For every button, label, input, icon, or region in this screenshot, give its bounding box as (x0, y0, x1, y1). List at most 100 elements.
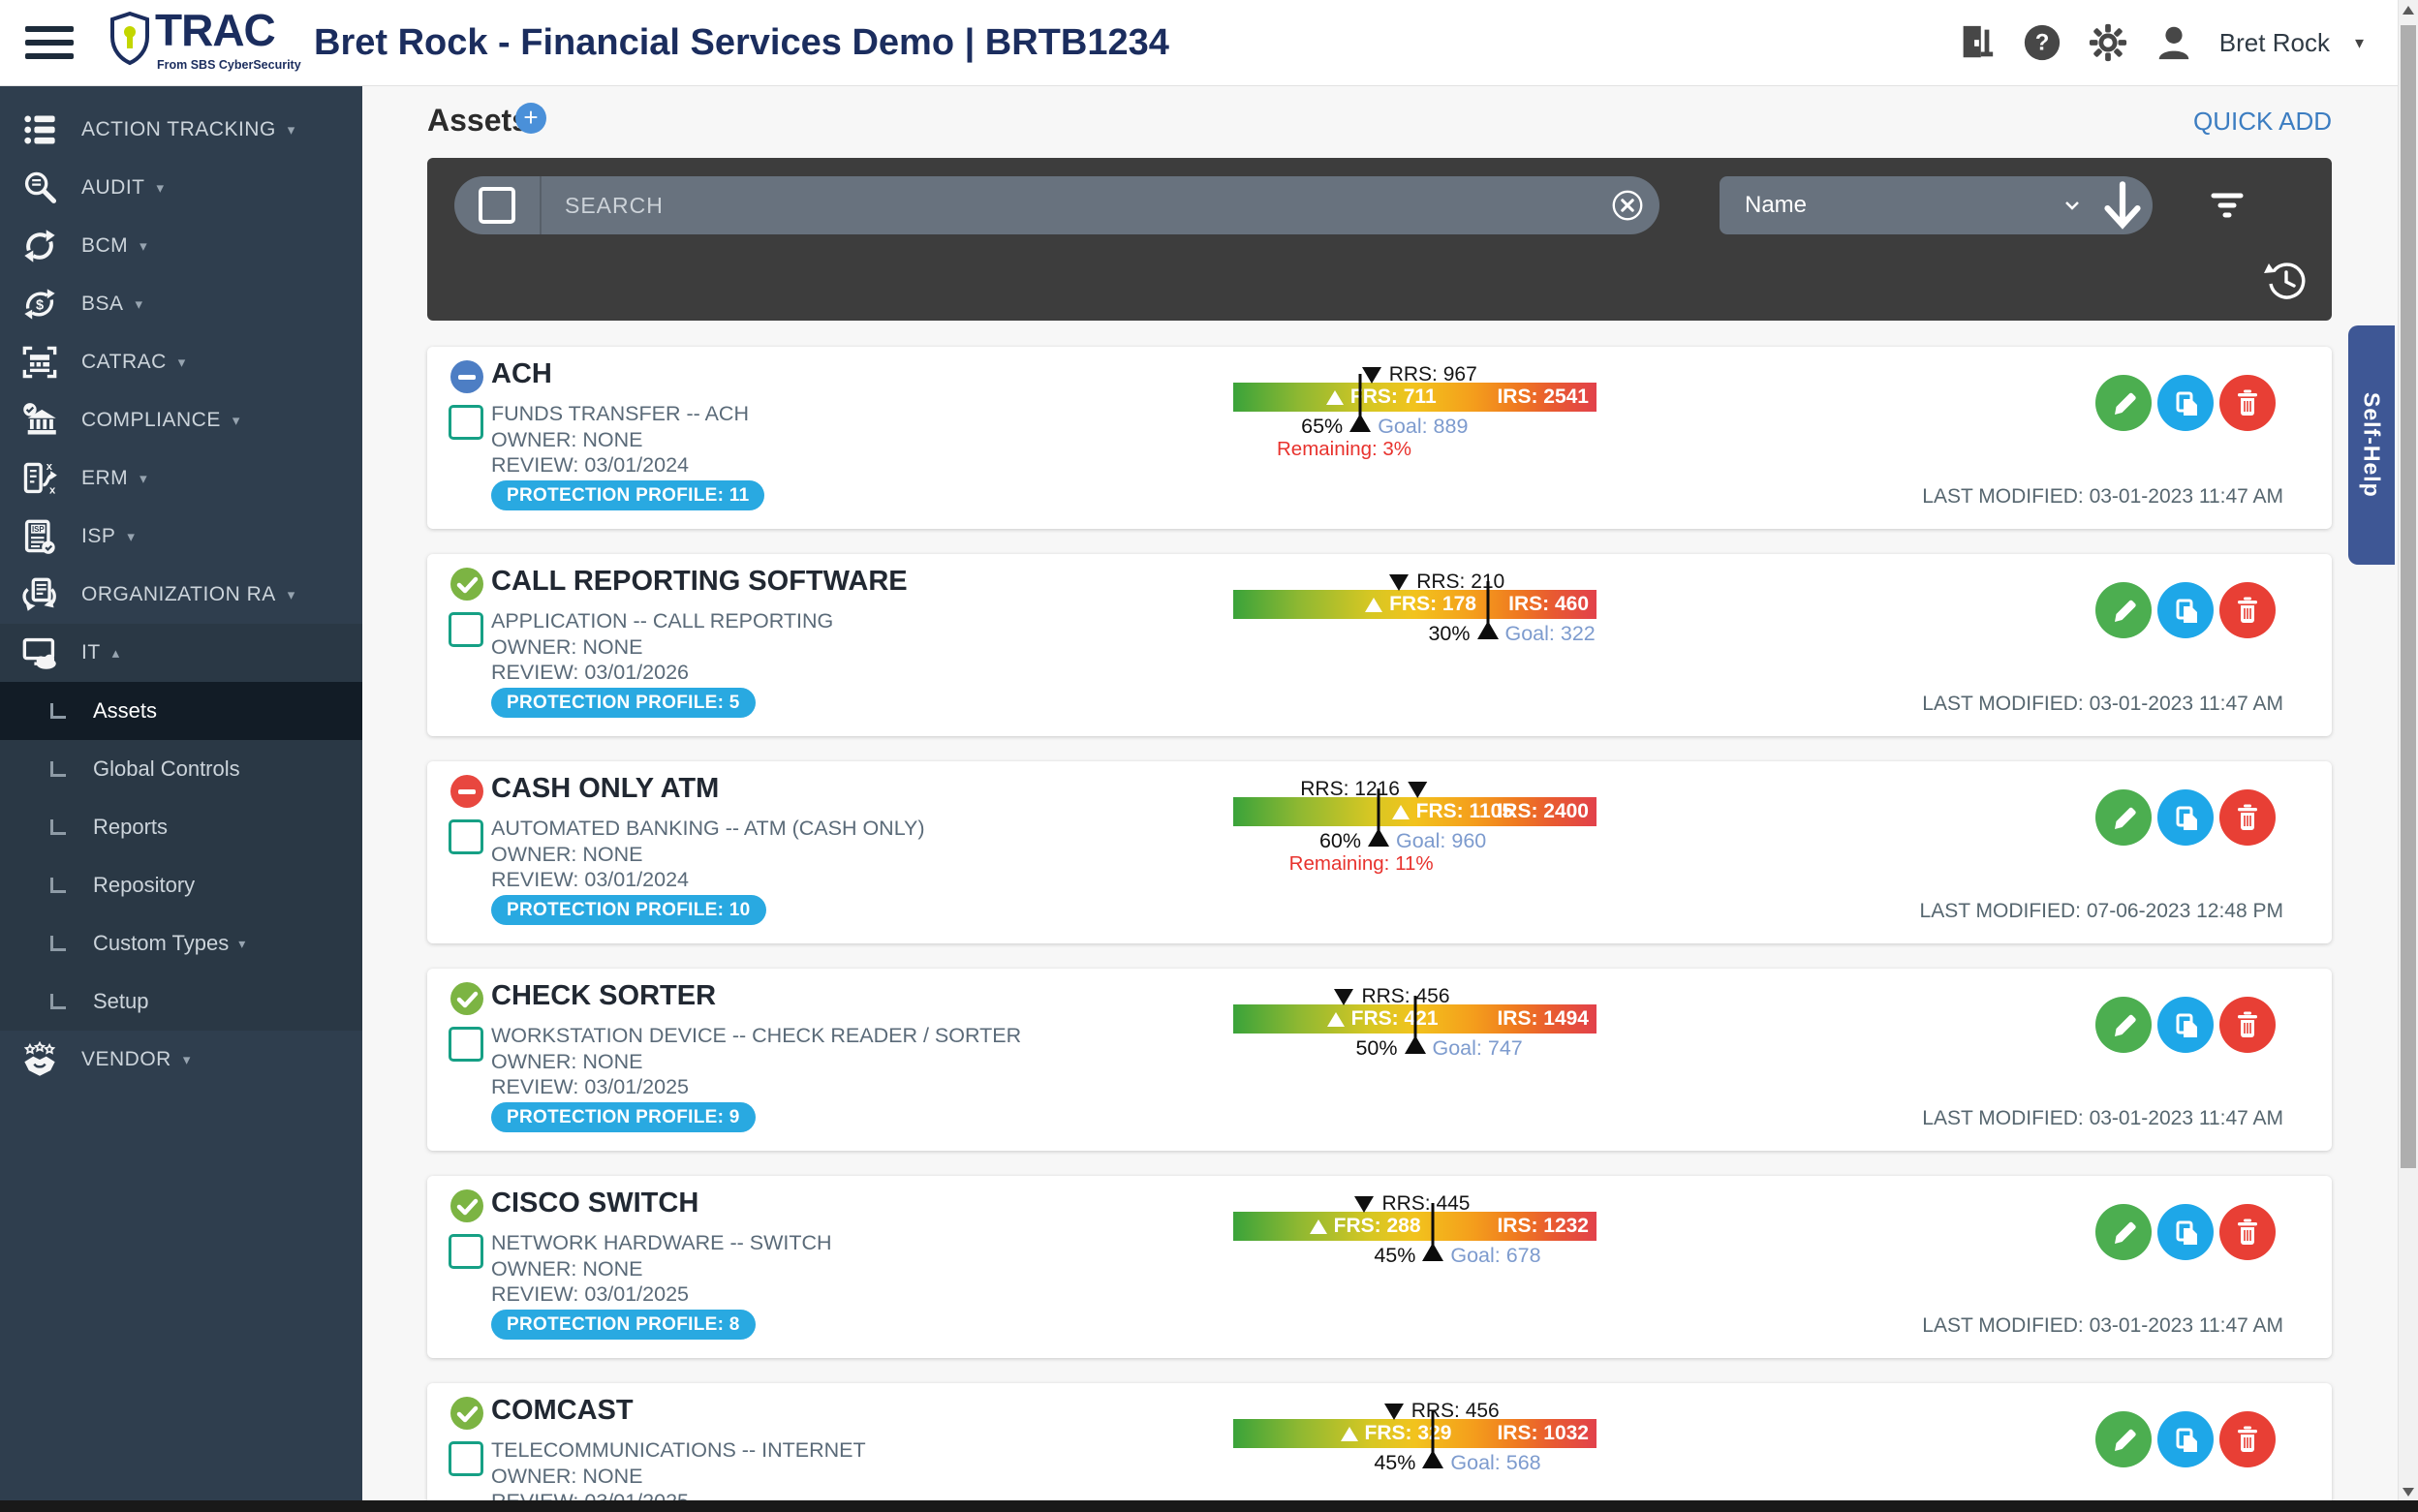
asset-card[interactable]: COMCAST TELECOMMUNICATIONS -- INTERNET O… (427, 1383, 2332, 1512)
asset-owner: OWNER: NONE (491, 428, 643, 451)
sidebar-item-setup[interactable]: Setup (0, 972, 362, 1031)
asset-name[interactable]: CASH ONLY ATM (491, 773, 719, 805)
edit-button[interactable] (2095, 375, 2152, 431)
copy-button[interactable] (2157, 375, 2214, 431)
edit-button[interactable] (2095, 582, 2152, 638)
svg-text:ISP: ISP (32, 525, 45, 534)
copy-button[interactable] (2157, 1204, 2214, 1260)
asset-name[interactable]: CISCO SWITCH (491, 1188, 698, 1219)
asset-card[interactable]: CISCO SWITCH NETWORK HARDWARE -- SWITCH … (427, 1176, 2332, 1358)
delete-button[interactable] (2219, 375, 2276, 431)
risk-score-bar: RRS: 210 FRS: 178 IRS: 460 30% Goal: 322 (1233, 571, 1596, 667)
sidebar-item-audit[interactable]: AUDIT ▾ (0, 159, 362, 217)
asset-select-checkbox[interactable] (449, 1441, 483, 1476)
status-check-green-icon (450, 1189, 483, 1222)
goal-marker-icon (1349, 414, 1372, 432)
triangle-up-icon (1325, 389, 1344, 405)
sidebar-item-isp[interactable]: ISP ISP ▾ (0, 508, 362, 566)
asset-select-checkbox[interactable] (449, 612, 483, 647)
asset-name[interactable]: ACH (491, 358, 552, 390)
sort-dropdown[interactable]: Name (1720, 176, 2153, 234)
edit-button[interactable] (2095, 1204, 2152, 1260)
filter-icon[interactable] (2202, 179, 2252, 230)
sidebar-item-organization-ra[interactable]: ORGANIZATION RA ▾ (0, 566, 362, 624)
caret-down-icon: ▾ (140, 238, 147, 255)
asset-select-checkbox[interactable] (449, 405, 483, 440)
sidebar-item-assets[interactable]: Assets (0, 682, 362, 740)
asset-actions (2095, 375, 2276, 431)
asset-select-checkbox[interactable] (449, 1234, 483, 1269)
delete-button[interactable] (2219, 1204, 2276, 1260)
sidebar-item-bsa[interactable]: $ BSA ▾ (0, 275, 362, 333)
hamburger-menu-icon[interactable] (25, 26, 74, 59)
sidebar-item-vendor[interactable]: VENDOR ▾ (0, 1031, 362, 1089)
sidebar-item-global-controls[interactable]: Global Controls (0, 740, 362, 798)
asset-name[interactable]: CHECK SORTER (491, 980, 716, 1012)
copy-button[interactable] (2157, 1411, 2214, 1467)
asset-select-checkbox[interactable] (449, 1027, 483, 1062)
rrs-value: RRS: 445 (1381, 1192, 1471, 1215)
sort-direction-icon[interactable] (2092, 176, 2153, 234)
page-scrollbar[interactable] (2398, 0, 2418, 1512)
sidebar-item-catrac[interactable]: CATRAC ▾ (0, 333, 362, 391)
copy-button[interactable] (2157, 789, 2214, 846)
help-icon[interactable]: ? (2022, 22, 2062, 63)
logout-door-icon[interactable] (1956, 22, 1997, 63)
sidebar-item-custom-types[interactable]: Custom Types ▾ (0, 914, 362, 972)
sidebar-item-erm[interactable]: x x ERM ▾ (0, 449, 362, 508)
caret-down-icon: ▾ (232, 413, 240, 429)
asset-card[interactable]: CHECK SORTER WORKSTATION DEVICE -- CHECK… (427, 969, 2332, 1151)
scroll-up-icon[interactable] (2402, 6, 2414, 15)
status-check-green-icon (450, 1397, 483, 1430)
delete-button[interactable] (2219, 789, 2276, 846)
select-all-checkbox[interactable] (454, 176, 542, 234)
edit-button[interactable] (2095, 789, 2152, 846)
sidebar-item-compliance[interactable]: COMPLIANCE ▾ (0, 391, 362, 449)
sidebar-item-reports[interactable]: Reports (0, 798, 362, 856)
delete-button[interactable] (2219, 997, 2276, 1053)
add-asset-button[interactable]: + (515, 103, 546, 134)
goal-value: Goal: 889 (1378, 415, 1469, 438)
history-icon[interactable] (2264, 259, 2309, 303)
asset-actions (2095, 997, 2276, 1053)
sidebar-item-bcm[interactable]: BCM ▾ (0, 217, 362, 275)
asset-type: WORKSTATION DEVICE -- CHECK READER / SOR… (491, 1024, 1022, 1047)
edit-button[interactable] (2095, 997, 2152, 1053)
user-icon[interactable] (2154, 22, 2194, 63)
brand-name[interactable]: TRAC (155, 4, 276, 56)
asset-card[interactable]: ACH FUNDS TRANSFER -- ACH OWNER: NONE RE… (427, 347, 2332, 529)
sidebar-item-it[interactable]: IT ▴ (0, 624, 362, 682)
scrollbar-thumb[interactable] (2401, 25, 2416, 1168)
delete-button[interactable] (2219, 582, 2276, 638)
delete-button[interactable] (2219, 1411, 2276, 1467)
goal-value: Goal: 960 (1396, 829, 1487, 852)
asset-select-checkbox[interactable] (449, 819, 483, 854)
user-name[interactable]: Bret Rock (2219, 28, 2330, 58)
protection-profile-badge: PROTECTION PROFILE: 5 (491, 688, 756, 718)
scroll-down-icon[interactable] (2402, 1488, 2414, 1497)
user-menu-caret-icon[interactable]: ▾ (2355, 33, 2364, 53)
clear-search-icon[interactable] (1609, 187, 1646, 224)
sidebar-item-repository[interactable]: Repository (0, 856, 362, 914)
erm-icon: xx (21, 460, 58, 497)
edit-button[interactable] (2095, 1411, 2152, 1467)
copy-button[interactable] (2157, 582, 2214, 638)
copy-button[interactable] (2157, 997, 2214, 1053)
asset-card[interactable]: CALL REPORTING SOFTWARE APPLICATION -- C… (427, 554, 2332, 736)
asset-name[interactable]: CALL REPORTING SOFTWARE (491, 566, 908, 598)
goal-marker-icon (1422, 1243, 1444, 1261)
asset-name[interactable]: COMCAST (491, 1395, 634, 1427)
asset-card[interactable]: CASH ONLY ATM AUTOMATED BANKING -- ATM (… (427, 761, 2332, 943)
sidebar-item-label: Reports (93, 815, 169, 839)
frs-value: FRS: 178 (1389, 593, 1476, 615)
sidebar-item-action-tracking[interactable]: ACTION TRACKING ▾ (0, 101, 362, 159)
self-help-tab[interactable]: Self-Help (2348, 325, 2395, 565)
rrs-value: RRS: 210 (1416, 571, 1505, 593)
search-input[interactable] (542, 191, 1609, 220)
quick-add-link[interactable]: QUICK ADD (2193, 107, 2332, 137)
settings-gear-icon[interactable] (2088, 22, 2128, 63)
goal-percent: 60% (1318, 829, 1361, 852)
sidebar-item-label: COMPLIANCE (81, 409, 221, 431)
app-header: TRAC From SBS CyberSecurity Bret Rock - … (0, 0, 2418, 86)
goal-percent: 45% (1374, 1451, 1416, 1474)
